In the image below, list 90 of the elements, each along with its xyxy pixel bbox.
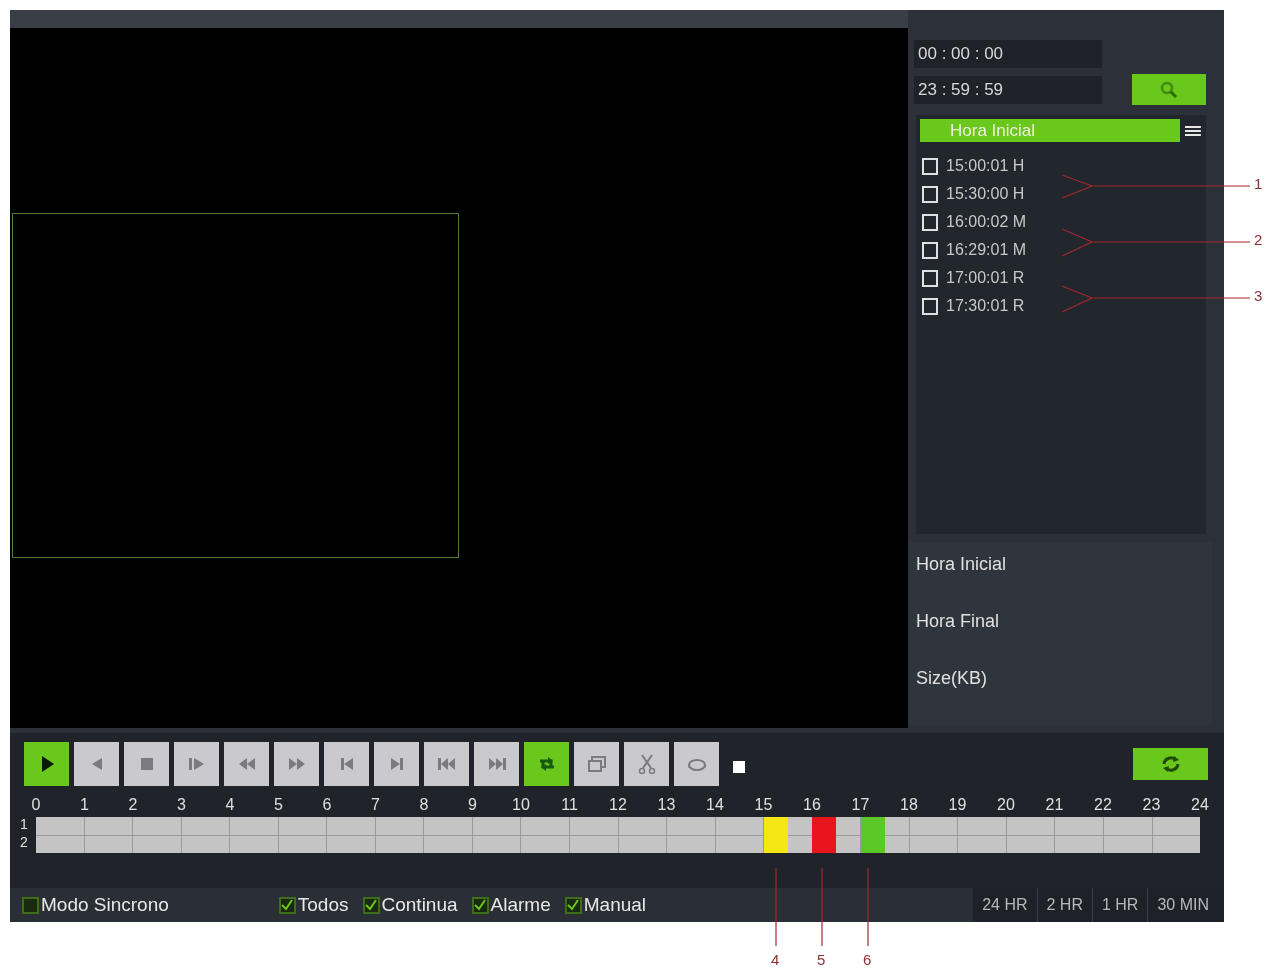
hour-label: 11 [560,795,579,816]
end-time-field[interactable]: 23 : 59 : 59 [914,76,1102,104]
filter-label: Manual [583,892,647,917]
hour-label: 21 [1044,795,1065,816]
skip-back-button[interactable] [324,742,369,787]
file-checkbox[interactable] [922,297,938,315]
zoom-tab[interactable]: 1 HR [1091,888,1148,922]
hour-label: 20 [996,795,1016,816]
filter-checkbox[interactable] [471,896,489,914]
file-checkbox[interactable] [922,269,938,287]
scissors-button[interactable] [624,742,669,787]
check-icon [474,899,487,911]
reverse-play-button[interactable] [74,742,119,787]
zoom-tab[interactable]: 30 MIN [1147,888,1218,922]
check-icon [365,899,377,911]
hour-label: 5 [273,795,284,816]
hour-label: 17 [850,795,871,816]
timeline-bar[interactable] [36,817,1200,854]
recording-segment[interactable] [763,817,788,854]
triple-left-arrow-button[interactable] [424,742,469,787]
stop-button[interactable] [124,742,169,787]
hour-label: 10 [511,795,531,816]
hour-label: 2 [127,795,139,816]
hour-label: 0 [30,795,42,816]
channel-label: 1 [20,815,28,834]
check-icon [567,899,580,911]
loop-button[interactable] [524,742,569,787]
hour-label: 8 [418,795,430,816]
step-play-button[interactable] [174,742,219,787]
status-indicator [733,761,745,774]
hour-label: 18 [899,795,919,816]
zoom-tab[interactable]: 2 HR [1036,888,1092,922]
hour-label: 9 [467,795,478,816]
callout-number: 3 [1254,286,1263,306]
filter-checkbox[interactable] [564,896,582,914]
callout-number: 2 [1254,230,1263,250]
hour-label: 3 [176,795,187,816]
filter-checkbox[interactable] [278,896,296,914]
hour-label: 16 [802,795,822,816]
file-info-label: Hora Inicial [916,554,1008,575]
filter-label: Modo Sincrono [41,892,169,917]
disk-button[interactable] [674,742,719,787]
stacked-windows-button[interactable] [574,742,619,787]
skip-forward-button[interactable] [374,742,419,787]
recording-segment[interactable] [860,817,885,854]
hour-label: 22 [1093,795,1113,816]
hour-label: 14 [705,795,725,816]
hour-label: 4 [224,795,236,816]
file-entry[interactable]: 15:30:00 H [946,182,1025,206]
hour-label: 15 [753,795,774,816]
callout-number: 4 [771,950,780,970]
filter-checkbox[interactable] [362,896,380,914]
callout-number: 1 [1254,174,1263,194]
play-button[interactable] [24,742,69,787]
callout-number: 6 [863,950,872,970]
hour-label: 23 [1141,795,1162,816]
callout-number: 5 [817,950,826,970]
zoom-tab[interactable]: 24 HR [973,888,1037,922]
file-entry[interactable]: 16:29:01 M [946,238,1027,262]
file-entry[interactable]: 15:00:01 H [946,154,1025,178]
recording-segment[interactable] [812,817,837,854]
filter-label: Todos [297,892,349,917]
file-checkbox[interactable] [922,213,938,231]
start-time-field[interactable]: 00 : 00 : 00 [914,40,1102,68]
hour-label: 12 [608,795,628,816]
file-entry[interactable]: 16:00:02 M [946,210,1027,234]
hour-label: 13 [656,795,677,816]
hour-label: 24 [1190,795,1210,816]
hour-label: 19 [947,795,968,816]
file-info-label: Hora Final [916,611,1001,632]
refresh-button[interactable] [1133,748,1208,781]
hour-label: 7 [370,795,381,816]
menu-icon[interactable] [1184,123,1202,138]
search-icon [1159,79,1179,100]
double-right-arrow-button[interactable] [274,742,319,787]
filter-checkbox[interactable] [22,896,39,914]
hour-label: 1 [79,795,90,816]
double-left-arrow-button[interactable] [224,742,269,787]
file-entry[interactable]: 17:30:01 R [946,294,1025,318]
file-checkbox[interactable] [922,185,938,203]
file-info-label: Size(KB) [916,668,988,689]
check-icon [281,899,294,911]
file-checkbox[interactable] [922,241,938,259]
filter-label: Continua [381,892,458,917]
hour-label: 6 [321,795,333,816]
triple-right-arrow-button[interactable] [474,742,519,787]
file-checkbox[interactable] [922,157,938,175]
file-entry[interactable]: 17:00:01 R [946,266,1025,290]
channel-label: 2 [20,833,28,852]
filter-label: Alarme [490,892,551,917]
